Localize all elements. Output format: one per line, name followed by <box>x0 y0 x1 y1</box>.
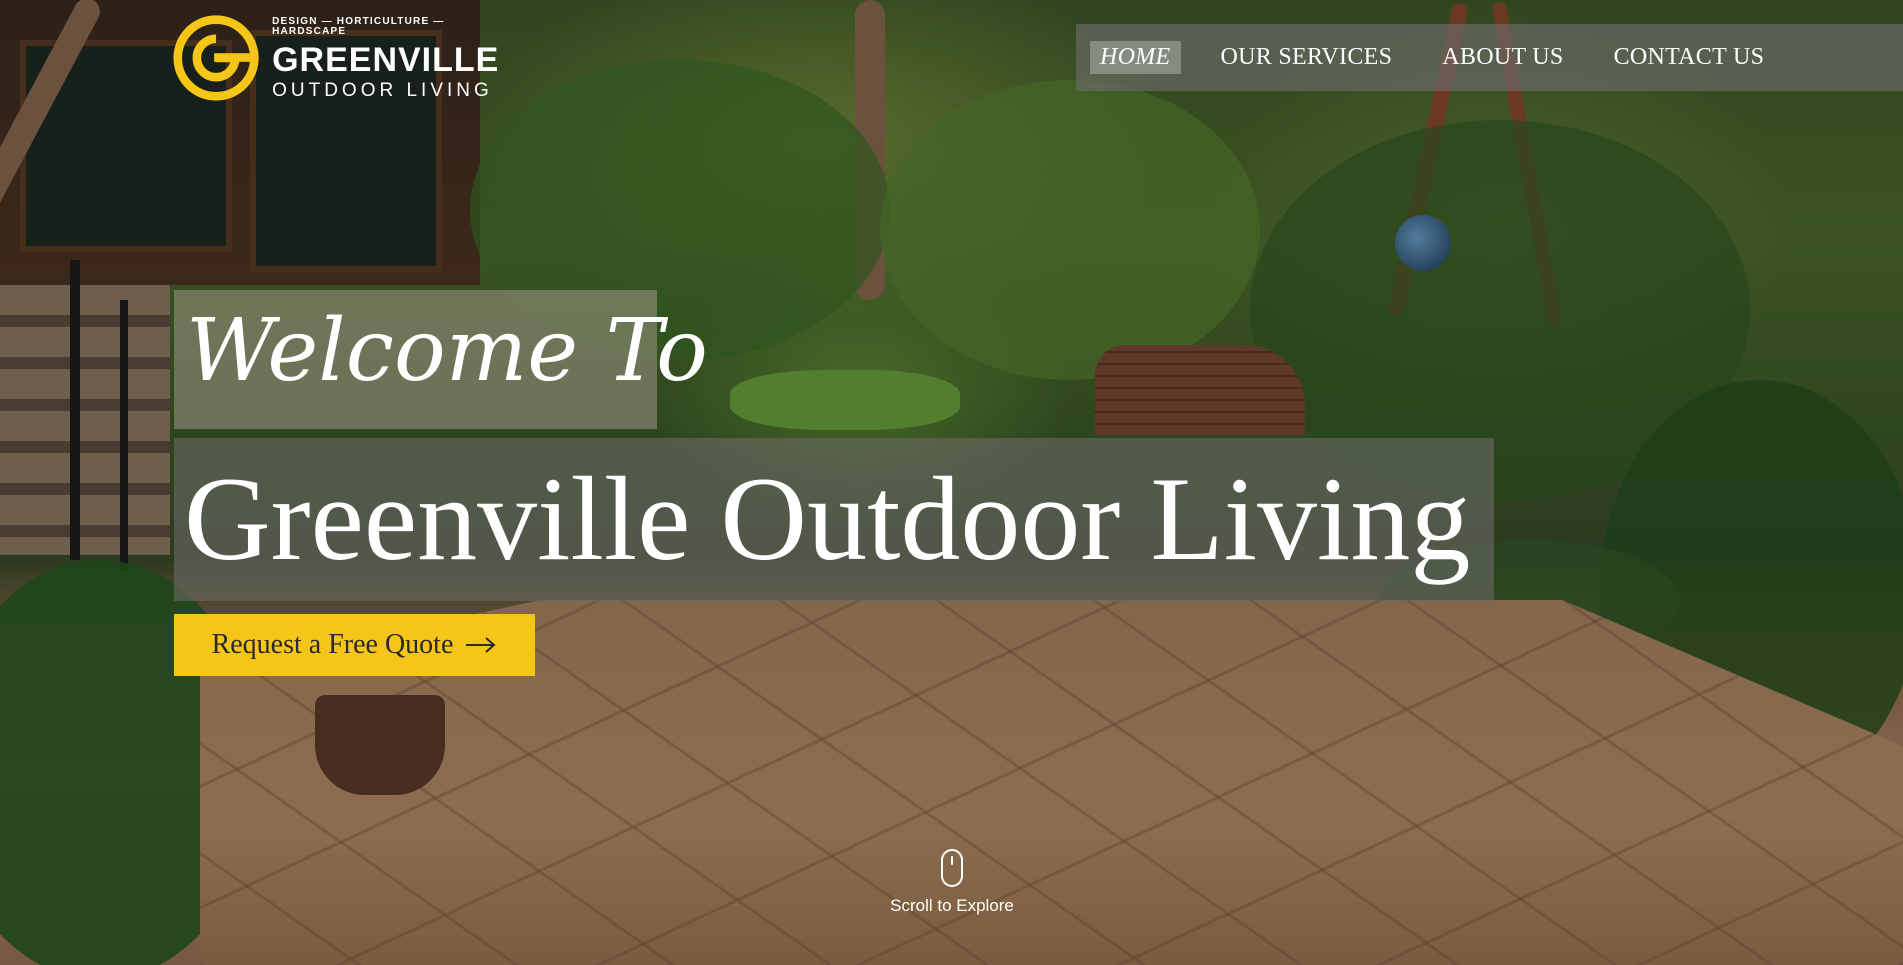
main-nav: HOME OUR SERVICES ABOUT US CONTACT US <box>1076 24 1903 91</box>
scroll-hint[interactable]: Scroll to Explore <box>872 848 1032 916</box>
nav-contact-us[interactable]: CONTACT US <box>1604 41 1775 74</box>
greenville-g-logo-icon <box>173 15 259 101</box>
logo-wordmark: DESIGN — HORTICULTURE — HARDSCAPE GREENV… <box>272 15 512 101</box>
mouse-icon <box>941 849 963 887</box>
logo-tagline: DESIGN — HORTICULTURE — HARDSCAPE <box>272 15 445 37</box>
scroll-label: Scroll to Explore <box>890 896 1014 915</box>
request-quote-button[interactable]: Request a Free Quote <box>174 614 535 676</box>
hero-section: DESIGN — HORTICULTURE — HARDSCAPE GREENV… <box>0 0 1903 965</box>
logo-name: GREENVILLE <box>272 40 500 79</box>
page-title: Greenville Outdoor Living <box>184 452 1471 585</box>
request-quote-label: Request a Free Quote <box>211 629 454 660</box>
nav-our-services[interactable]: OUR SERVICES <box>1211 41 1403 74</box>
arrow-right-icon <box>466 637 496 653</box>
site-logo[interactable]: DESIGN — HORTICULTURE — HARDSCAPE GREENV… <box>172 12 512 104</box>
nav-home[interactable]: HOME <box>1090 41 1181 74</box>
welcome-heading: Welcome To <box>186 301 708 401</box>
nav-about-us[interactable]: ABOUT US <box>1432 41 1573 74</box>
logo-subname: OUTDOOR LIVING <box>272 79 493 101</box>
